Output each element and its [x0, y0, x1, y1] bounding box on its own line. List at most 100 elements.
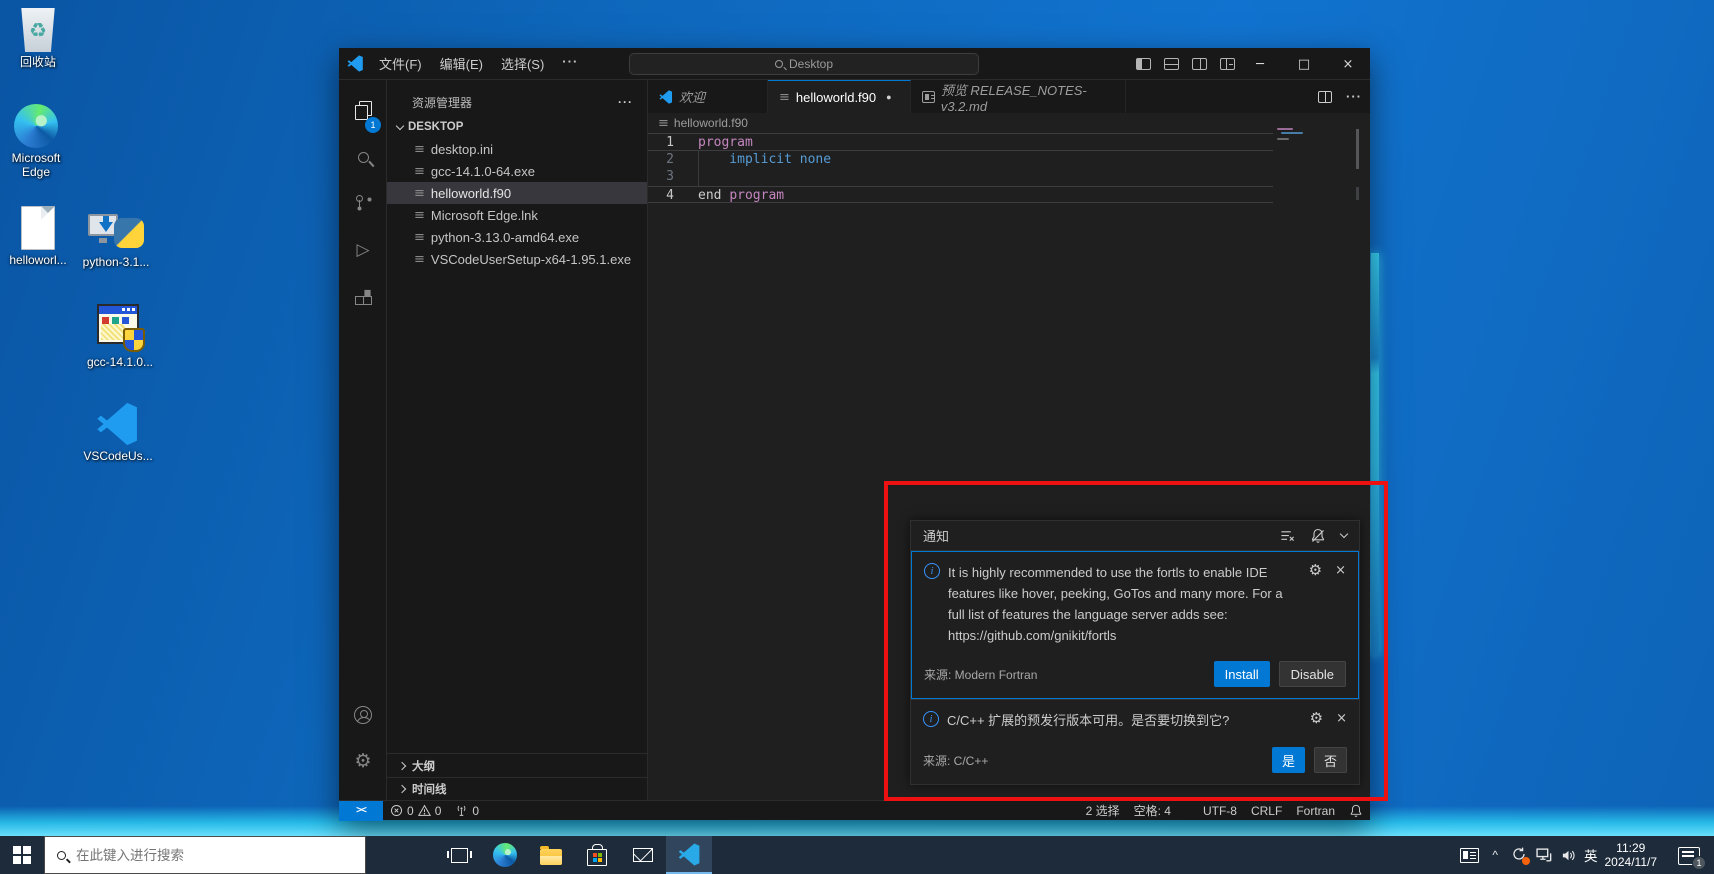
timeline-section[interactable]: 时间线 [387, 777, 647, 799]
markdown-preview-icon [922, 91, 935, 103]
selection-status[interactable]: 2 选择 [1079, 801, 1127, 821]
customize-layout-icon[interactable] [1220, 58, 1235, 70]
tab-welcome[interactable]: 欢迎 [648, 80, 768, 113]
chevron-right-icon [398, 761, 406, 769]
taskbar-mail[interactable] [620, 836, 666, 874]
file-row-vscode-setup[interactable]: ≡ VSCodeUserSetup-x64-1.95.1.exe [387, 248, 647, 270]
file-row-gcc[interactable]: ≡ gcc-14.1.0-64.exe [387, 160, 647, 182]
desktop-icon-python-installer[interactable]: python-3.1... [78, 206, 154, 269]
toggle-secondary-sidebar-icon[interactable] [1192, 58, 1207, 70]
clock-time: 11:29 [1605, 841, 1658, 855]
remote-indicator[interactable]: >< [339, 801, 383, 821]
activitybar-run-debug[interactable]: ▷ [339, 227, 387, 273]
close-button[interactable]: × [1326, 48, 1370, 80]
file-row-edge-lnk[interactable]: ≡ Microsoft Edge.lnk [387, 204, 647, 226]
file-icon: ≡ [414, 142, 425, 157]
files-icon [355, 101, 371, 119]
explorer-sidebar: 资源管理器 ··· DESKTOP ≡ desktop.ini ≡ gcc-14… [387, 80, 648, 800]
ime-language-indicator[interactable]: 英 [1584, 845, 1598, 865]
tab-release-notes-preview[interactable]: 预览 RELEASE_NOTES-v3.2.md [911, 80, 1126, 113]
clock-date: 2024/11/7 [1605, 855, 1658, 869]
notifications-bell[interactable] [1342, 801, 1370, 821]
outline-section[interactable]: 大纲 [387, 753, 647, 777]
ports-status[interactable]: 0 [448, 801, 486, 821]
indentation-status[interactable]: 空格: 4 [1127, 801, 1178, 821]
folder-icon [540, 849, 562, 865]
file-icon: ≡ [414, 164, 425, 179]
code-line[interactable]: 4 end program [648, 186, 1273, 204]
code-line[interactable]: 1 program [648, 133, 1273, 151]
taskbar-file-explorer[interactable] [528, 836, 574, 874]
file-row-python[interactable]: ≡ python-3.13.0-amd64.exe [387, 226, 647, 248]
activitybar-extensions[interactable] [339, 274, 387, 320]
maximize-button[interactable]: □ [1282, 48, 1326, 80]
explorer-section-desktop[interactable]: DESKTOP [387, 116, 647, 138]
file-row-desktop-ini[interactable]: ≡ desktop.ini [387, 138, 647, 160]
activitybar-search[interactable] [339, 134, 387, 180]
network-icon[interactable] [1536, 848, 1553, 863]
language-mode-status[interactable]: Fortran [1289, 801, 1342, 821]
taskbar-edge[interactable] [482, 836, 528, 874]
minimize-button[interactable]: ─ [1238, 48, 1282, 80]
action-center-icon[interactable]: 1 [1678, 847, 1700, 865]
activitybar-settings[interactable]: ⚙ [339, 738, 387, 784]
menu-selection[interactable]: 选择(S) [492, 51, 553, 76]
news-widget-icon[interactable] [1460, 848, 1479, 863]
activitybar-explorer[interactable]: 1 [339, 87, 387, 133]
taskbar-vscode-active[interactable] [666, 836, 712, 874]
desktop-icon-edge[interactable]: Microsoft Edge [0, 104, 74, 179]
explorer-header: 资源管理器 ··· [387, 80, 647, 116]
split-editor-icon[interactable] [1318, 91, 1332, 103]
desktop-icon-vscode-setup[interactable]: VSCodeUs... [80, 402, 156, 463]
hidden-icons-chevron[interactable]: ^ [1492, 848, 1498, 862]
activitybar-account[interactable] [339, 692, 387, 738]
taskbar-clock[interactable]: 11:29 2024/11/7 [1605, 841, 1658, 869]
tab-helloworld-f90[interactable]: ≡ helloworld.f90 ● [768, 80, 911, 113]
taskbar-search-input[interactable] [76, 848, 353, 863]
file-row-helloworld[interactable]: ≡ helloworld.f90 [387, 182, 647, 204]
scrollbar-thumb[interactable] [1356, 129, 1359, 169]
activity-bar: 1 ▷ ⚙ [339, 80, 387, 800]
code-line[interactable]: 3 [648, 168, 1273, 186]
editor-actions: ··· [1318, 80, 1362, 113]
file-icon: ≡ [779, 90, 790, 105]
explorer-title: 资源管理器 [412, 94, 472, 111]
volume-icon[interactable] [1560, 848, 1577, 863]
problems-status[interactable]: 0 0 [383, 801, 448, 821]
file-icon: ≡ [414, 208, 425, 223]
eol-status[interactable]: CRLF [1244, 801, 1289, 821]
task-view-icon [451, 848, 468, 863]
task-view-button[interactable] [436, 836, 482, 874]
taskbar-search[interactable] [44, 836, 366, 874]
search-icon [57, 851, 66, 860]
sync-icon[interactable] [1511, 846, 1529, 864]
file-icon: ≡ [414, 230, 425, 245]
warning-icon [418, 804, 431, 817]
encoding-status[interactable]: UTF-8 [1196, 801, 1244, 821]
editor-more-icon[interactable]: ··· [1346, 89, 1362, 104]
recycle-bin-icon: ♻ [19, 8, 57, 52]
desktop-icon-recycle-bin[interactable]: ♻ 回收站 [0, 8, 76, 69]
window-controls: ─ □ × [1238, 48, 1370, 80]
overview-ruler-mark [1356, 187, 1359, 200]
run-debug-icon: ▷ [356, 242, 369, 259]
file-icon: ≡ [414, 186, 425, 201]
activitybar-source-control[interactable] [339, 180, 387, 226]
error-icon [390, 804, 403, 817]
taskbar-store[interactable] [574, 836, 620, 874]
desktop-icon-helloworld[interactable]: helloworl... [0, 206, 76, 267]
toggle-sidebar-icon[interactable] [1136, 58, 1151, 70]
code-line[interactable]: 2 implicit none [648, 151, 1273, 169]
edge-icon [493, 843, 517, 867]
menu-file[interactable]: 文件(F) [370, 51, 431, 76]
menu-edit[interactable]: 编辑(E) [431, 51, 492, 76]
breadcrumb[interactable]: ≡ helloworld.f90 [658, 113, 748, 133]
annotation-rectangle [884, 481, 1388, 801]
command-center-search[interactable]: Desktop [629, 53, 979, 75]
menu-more-icon[interactable]: ··· [553, 51, 587, 76]
extensions-icon [355, 289, 371, 305]
explorer-more-icon[interactable]: ··· [618, 95, 633, 109]
desktop-icon-gcc-installer[interactable]: gcc-14.1.0... [82, 304, 158, 369]
toggle-panel-icon[interactable] [1164, 58, 1179, 70]
start-button[interactable] [0, 836, 44, 874]
